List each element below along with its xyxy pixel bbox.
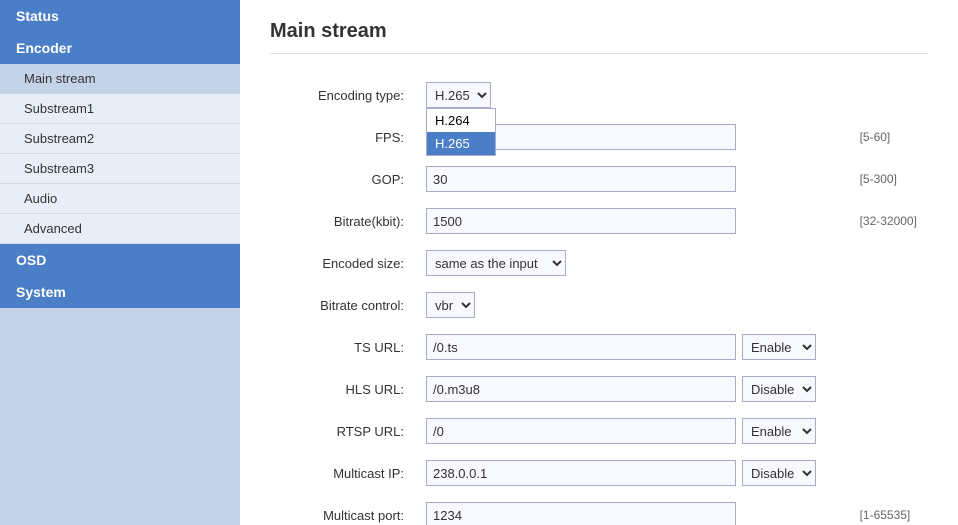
ts-url-label: TS URL:	[270, 326, 420, 368]
sidebar-section-status[interactable]: Status	[0, 0, 240, 32]
sidebar-item-advanced[interactable]: Advanced	[0, 214, 240, 244]
rtsp-url-toggle-select[interactable]: Enable Disable	[742, 418, 816, 444]
gop-row: GOP: [5-300]	[270, 158, 928, 200]
encoding-type-dropdown-container: H.264 H.265 H.264 H.265	[426, 82, 491, 108]
encoding-type-dropdown-list: H.264 H.265	[426, 108, 496, 156]
multicast-port-label: Multicast port:	[270, 494, 420, 525]
hls-url-toggle-select[interactable]: Enable Disable	[742, 376, 816, 402]
settings-form: Encoding type: H.264 H.265 H.264 H.265	[270, 74, 928, 525]
multicast-ip-cell: Enable Disable	[420, 452, 850, 494]
main-content: Main stream Encoding type: H.264 H.265 H…	[240, 0, 958, 525]
sidebar-item-audio[interactable]: Audio	[0, 184, 240, 214]
ts-url-extra	[850, 326, 928, 368]
dropdown-option-h265[interactable]: H.265	[427, 132, 495, 155]
bitrate-range: [32-32000]	[850, 200, 928, 242]
hls-url-extra	[850, 368, 928, 410]
multicast-port-range: [1-65535]	[850, 494, 928, 525]
multicast-ip-extra	[850, 452, 928, 494]
hls-url-cell: Enable Disable	[420, 368, 850, 410]
dropdown-option-h264[interactable]: H.264	[427, 109, 495, 132]
encoding-type-row: Encoding type: H.264 H.265 H.264 H.265	[270, 74, 928, 116]
bitrate-input[interactable]	[426, 208, 736, 234]
bitrate-label: Bitrate(kbit):	[270, 200, 420, 242]
fps-row: FPS: [5-60]	[270, 116, 928, 158]
multicast-ip-label: Multicast IP:	[270, 452, 420, 494]
ts-url-input[interactable]	[426, 334, 736, 360]
bitrate-row: Bitrate(kbit): [32-32000]	[270, 200, 928, 242]
ts-url-cell: Enable Disable	[420, 326, 850, 368]
ts-url-group: Enable Disable	[426, 334, 844, 360]
hls-url-row: HLS URL: Enable Disable	[270, 368, 928, 410]
bitrate-control-label: Bitrate control:	[270, 284, 420, 326]
multicast-ip-input[interactable]	[426, 460, 736, 486]
hls-url-label: HLS URL:	[270, 368, 420, 410]
gop-range: [5-300]	[850, 158, 928, 200]
multicast-port-row: Multicast port: [1-65535]	[270, 494, 928, 525]
multicast-ip-toggle-select[interactable]: Enable Disable	[742, 460, 816, 486]
ts-url-toggle-select[interactable]: Enable Disable	[742, 334, 816, 360]
sidebar-section-encoder[interactable]: Encoder	[0, 32, 240, 64]
bitrate-control-row: Bitrate control: vbr cbr	[270, 284, 928, 326]
fps-label: FPS:	[270, 116, 420, 158]
sidebar-item-main-stream[interactable]: Main stream	[0, 64, 240, 94]
multicast-ip-row: Multicast IP: Enable Disable	[270, 452, 928, 494]
encoding-type-label: Encoding type:	[270, 74, 420, 116]
multicast-port-input[interactable]	[426, 502, 736, 525]
rtsp-url-group: Enable Disable	[426, 418, 844, 444]
multicast-port-cell	[420, 494, 850, 525]
rtsp-url-label: RTSP URL:	[270, 410, 420, 452]
encoded-size-select[interactable]: same as the input	[426, 250, 566, 276]
fps-range: [5-60]	[850, 116, 928, 158]
bitrate-control-range	[850, 284, 928, 326]
gop-input[interactable]	[426, 166, 736, 192]
rtsp-url-extra	[850, 410, 928, 452]
bitrate-cell	[420, 200, 850, 242]
rtsp-url-row: RTSP URL: Enable Disable	[270, 410, 928, 452]
sidebar-item-substream1[interactable]: Substream1	[0, 94, 240, 124]
bitrate-control-select[interactable]: vbr cbr	[426, 292, 475, 318]
encoding-type-range	[850, 74, 928, 116]
rtsp-url-input[interactable]	[426, 418, 736, 444]
ts-url-row: TS URL: Enable Disable	[270, 326, 928, 368]
gop-cell	[420, 158, 850, 200]
page-title: Main stream	[270, 20, 928, 54]
encoded-size-range	[850, 242, 928, 284]
sidebar-section-system[interactable]: System	[0, 276, 240, 308]
bitrate-control-cell: vbr cbr	[420, 284, 850, 326]
sidebar: Status Encoder Main stream Substream1 Su…	[0, 0, 240, 525]
multicast-ip-group: Enable Disable	[426, 460, 844, 486]
gop-label: GOP:	[270, 158, 420, 200]
rtsp-url-cell: Enable Disable	[420, 410, 850, 452]
encoding-type-select[interactable]: H.264 H.265	[426, 82, 491, 108]
sidebar-item-substream2[interactable]: Substream2	[0, 124, 240, 154]
hls-url-input[interactable]	[426, 376, 736, 402]
hls-url-group: Enable Disable	[426, 376, 844, 402]
sidebar-item-substream3[interactable]: Substream3	[0, 154, 240, 184]
encoded-size-cell: same as the input	[420, 242, 850, 284]
encoded-size-label: Encoded size:	[270, 242, 420, 284]
encoding-type-cell: H.264 H.265 H.264 H.265	[420, 74, 850, 116]
encoded-size-row: Encoded size: same as the input	[270, 242, 928, 284]
sidebar-section-osd[interactable]: OSD	[0, 244, 240, 276]
